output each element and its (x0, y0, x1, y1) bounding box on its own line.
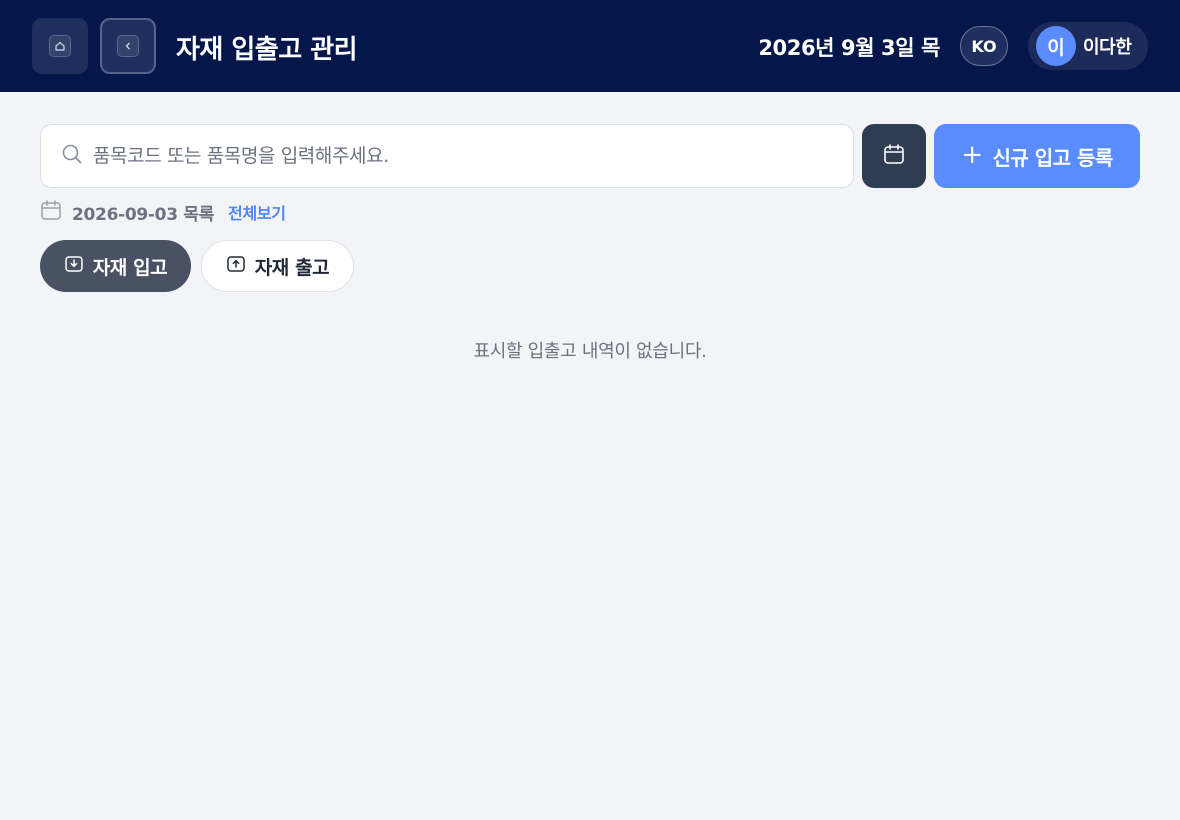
calendar-icon (40, 199, 62, 225)
app-header: 자재 입출고 관리 2026년 9월 3일 목 KO 이 이다한 (0, 0, 1180, 92)
user-profile-chip[interactable]: 이 이다한 (1028, 22, 1148, 70)
view-all-link[interactable]: 전체보기 (228, 200, 286, 224)
home-icon (49, 35, 71, 57)
page-title: 자재 입출고 관리 (176, 35, 358, 65)
download-tray-icon (64, 254, 84, 279)
list-date-row: 2026-09-03 목록 전체보기 (40, 199, 286, 225)
plus-icon: + (961, 140, 983, 170)
tab-label: 자재 출고 (254, 256, 330, 279)
calendar-button[interactable] (862, 124, 926, 188)
tab-material-out[interactable]: 자재 출고 (201, 240, 354, 292)
new-receipt-label: 신규 입고 등록 (992, 145, 1113, 170)
upload-tray-icon (226, 254, 246, 279)
current-date: 2026년 9월 3일 목 (758, 36, 940, 60)
home-button[interactable] (32, 18, 88, 74)
chevron-left-icon (117, 35, 139, 57)
user-name: 이다한 (1083, 37, 1132, 58)
tab-label: 자재 입고 (92, 256, 168, 279)
search-icon (61, 143, 83, 169)
language-button[interactable]: KO (960, 26, 1008, 66)
new-receipt-button[interactable]: + 신규 입고 등록 (934, 124, 1140, 188)
calendar-icon (883, 143, 905, 169)
avatar: 이 (1036, 26, 1076, 66)
list-date-label: 2026-09-03 목록 (72, 204, 215, 225)
tab-material-in[interactable]: 자재 입고 (40, 240, 191, 292)
search-box[interactable] (40, 124, 854, 188)
search-input[interactable] (93, 145, 793, 167)
back-button[interactable] (100, 18, 156, 74)
empty-state-message: 표시할 입출고 내역이 없습니다. (473, 341, 707, 362)
